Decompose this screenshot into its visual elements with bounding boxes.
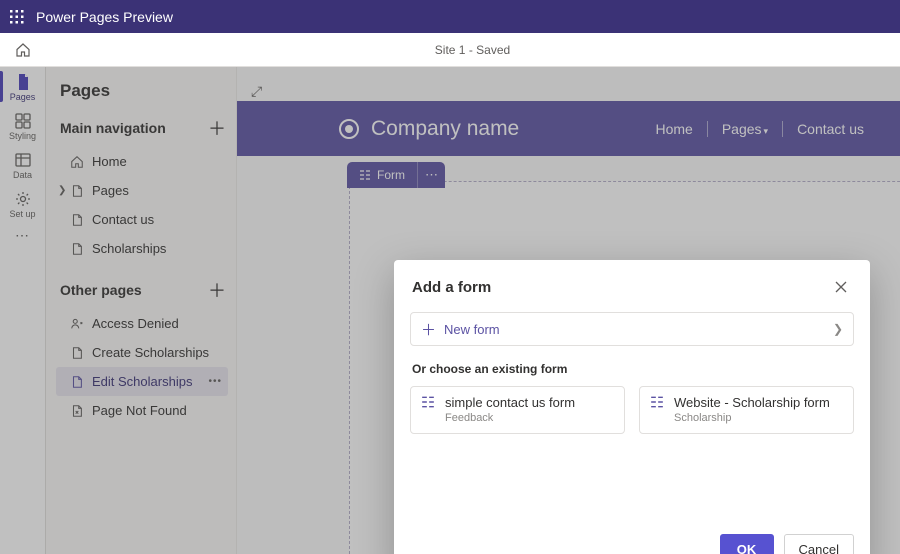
card-subtitle: Feedback (445, 411, 575, 425)
cancel-button[interactable]: Cancel (784, 534, 854, 554)
topband: Site 1 - Saved (0, 33, 900, 67)
card-title: simple contact us form (445, 395, 575, 411)
plus-icon: ＋ (421, 319, 436, 340)
form-icon (421, 395, 435, 425)
card-subtitle: Scholarship (674, 411, 830, 425)
existing-form-card[interactable]: Website - Scholarship form Scholarship (639, 386, 854, 434)
home-icon[interactable] (0, 42, 45, 58)
breadcrumb: Site 1 - Saved (45, 43, 900, 57)
new-form-button[interactable]: ＋ New form ❯ (410, 312, 854, 346)
product-name: Power Pages Preview (36, 9, 173, 25)
form-icon (650, 395, 664, 425)
existing-form-card[interactable]: simple contact us form Feedback (410, 386, 625, 434)
card-title: Website - Scholarship form (674, 395, 830, 411)
close-icon[interactable] (830, 276, 852, 298)
modal-scrim: Add a form ＋ New form ❯ Or choose an exi… (0, 67, 900, 554)
main: Pages Styling Data Set up ⋯ Pages Main n… (0, 67, 900, 554)
breadcrumb-state: Saved (476, 43, 510, 57)
new-form-label: New form (444, 322, 500, 337)
breadcrumb-site: Site 1 (435, 43, 466, 57)
waffle-icon[interactable] (10, 10, 24, 24)
ok-button[interactable]: OK (720, 534, 774, 554)
add-form-dialog: Add a form ＋ New form ❯ Or choose an exi… (394, 260, 870, 554)
chevron-right-icon: ❯ (833, 322, 843, 336)
titlebar: Power Pages Preview (0, 0, 900, 33)
dialog-title: Add a form (412, 279, 830, 296)
choose-existing-label: Or choose an existing form (412, 362, 854, 376)
